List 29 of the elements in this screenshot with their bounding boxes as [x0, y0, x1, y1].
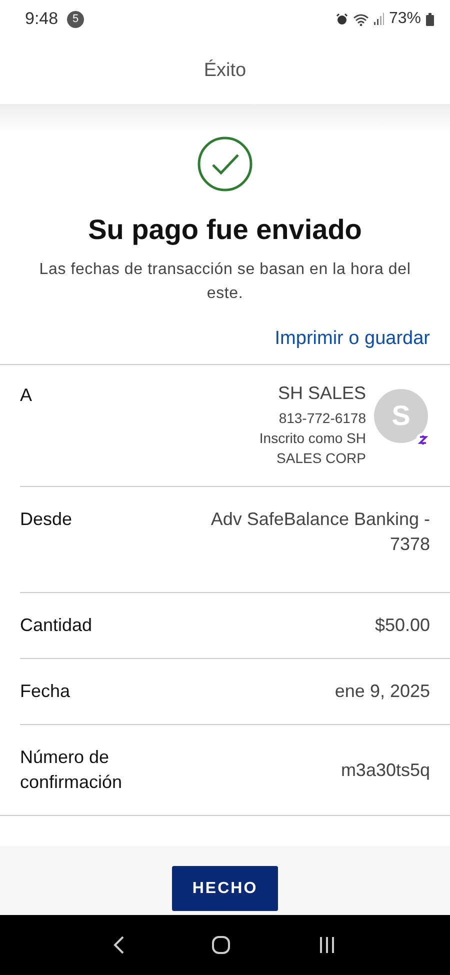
back-icon[interactable]: [113, 935, 125, 955]
detail-value: Adv SafeBalance Banking - 7378: [210, 508, 430, 556]
recipient-name: SH SALES: [278, 383, 366, 404]
detail-label: Desde: [20, 508, 72, 531]
enrolled-name: Inscrito como SH SALES CORP: [258, 429, 366, 468]
detail-value: m3a30ts5q: [340, 758, 430, 782]
battery-percent: 73%: [388, 10, 421, 28]
notification-badge: 5: [67, 10, 84, 28]
signal-icon: [374, 13, 384, 25]
print-save-link[interactable]: Imprimir o guardar: [274, 328, 430, 350]
detail-value: ene 9, 2025: [334, 680, 430, 703]
page-title: Éxito: [204, 60, 246, 82]
wifi-icon: [352, 12, 369, 26]
recipient-phone: 813-772-6178: [278, 409, 366, 428]
home-icon[interactable]: [211, 935, 231, 955]
checkmark-icon: [197, 136, 253, 192]
payment-badge-icon: [416, 433, 430, 447]
alarm-icon: [336, 13, 348, 25]
detail-value: $50.00: [374, 614, 430, 637]
done-button[interactable]: HECHO: [172, 866, 278, 911]
detail-label: Cantidad: [20, 614, 92, 637]
detail-label: Número de confirmación: [20, 746, 124, 794]
success-heading: Su pago fue enviado: [88, 214, 362, 246]
timezone-note: Las fechas de transacción se basan en la hora del este.: [38, 260, 412, 304]
recents-icon[interactable]: [317, 935, 337, 955]
battery-icon: [426, 12, 434, 26]
detail-label: A: [20, 384, 32, 407]
detail-label: Fecha: [20, 680, 70, 703]
status-time: 9:48: [25, 9, 58, 29]
